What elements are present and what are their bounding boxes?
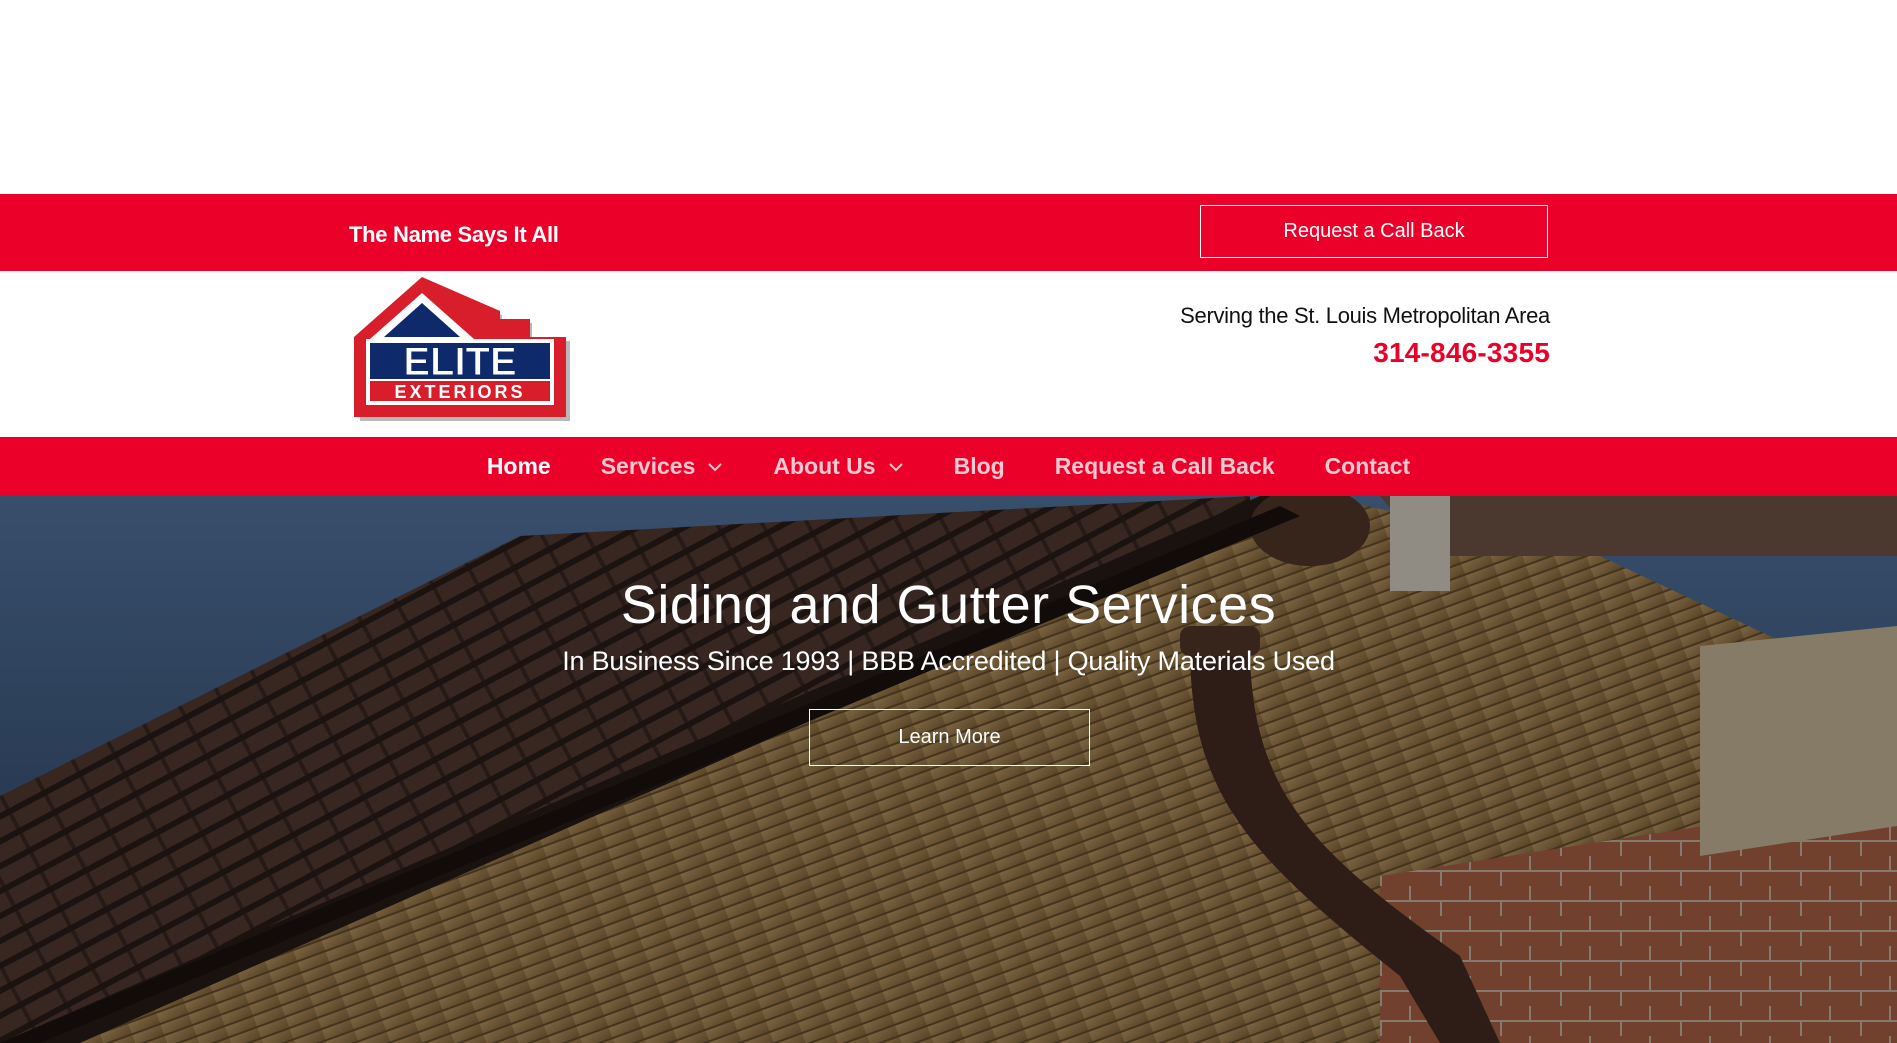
nav-item-home[interactable]: Home xyxy=(462,437,576,496)
service-area-text: Serving the St. Louis Metropolitan Area xyxy=(1180,303,1550,328)
nav-item-label: Blog xyxy=(953,453,1005,479)
nav-item-label: Contact xyxy=(1324,453,1411,479)
top-bar: The Name Says It All Request a Call Back xyxy=(0,194,1897,271)
logo-wordmark-exteriors: EXTERIORS xyxy=(394,382,525,402)
chevron-down-icon xyxy=(708,462,723,471)
main-navigation: Home Services About Us Blog Request a Ca… xyxy=(0,437,1897,496)
hero-banner: Siding and Gutter Services In Business S… xyxy=(0,496,1897,1043)
nav-item-contact[interactable]: Contact xyxy=(1300,437,1436,496)
nav-item-label: Request a Call Back xyxy=(1054,453,1275,479)
nav-item-blog[interactable]: Blog xyxy=(929,437,1030,496)
hero-subtitle: In Business Since 1993 | BBB Accredited … xyxy=(562,646,1335,676)
chevron-down-icon xyxy=(888,462,903,471)
top-whitespace xyxy=(0,0,1897,194)
nav-item-services[interactable]: Services xyxy=(576,437,749,496)
nav-item-label: About Us xyxy=(773,453,876,479)
request-call-back-button[interactable]: Request a Call Back xyxy=(1200,205,1548,258)
elite-exteriors-logo[interactable]: ELITE EXTERIORS xyxy=(352,273,574,429)
tagline: The Name Says It All xyxy=(349,222,559,247)
house-logo-icon: ELITE EXTERIORS xyxy=(354,277,570,421)
nav-item-about-us[interactable]: About Us xyxy=(748,437,928,496)
nav-item-request-call-back[interactable]: Request a Call Back xyxy=(1030,437,1300,496)
nav-item-label: Home xyxy=(486,453,551,479)
site-header: ELITE EXTERIORS Serving the St. Louis Me… xyxy=(0,271,1897,437)
hero-title: Siding and Gutter Services xyxy=(620,575,1277,635)
logo-wordmark-elite: ELITE xyxy=(403,340,516,384)
learn-more-button[interactable]: Learn More xyxy=(809,709,1090,766)
phone-number-link[interactable]: 314-846-3355 xyxy=(1373,337,1550,369)
nav-item-label: Services xyxy=(600,453,696,479)
